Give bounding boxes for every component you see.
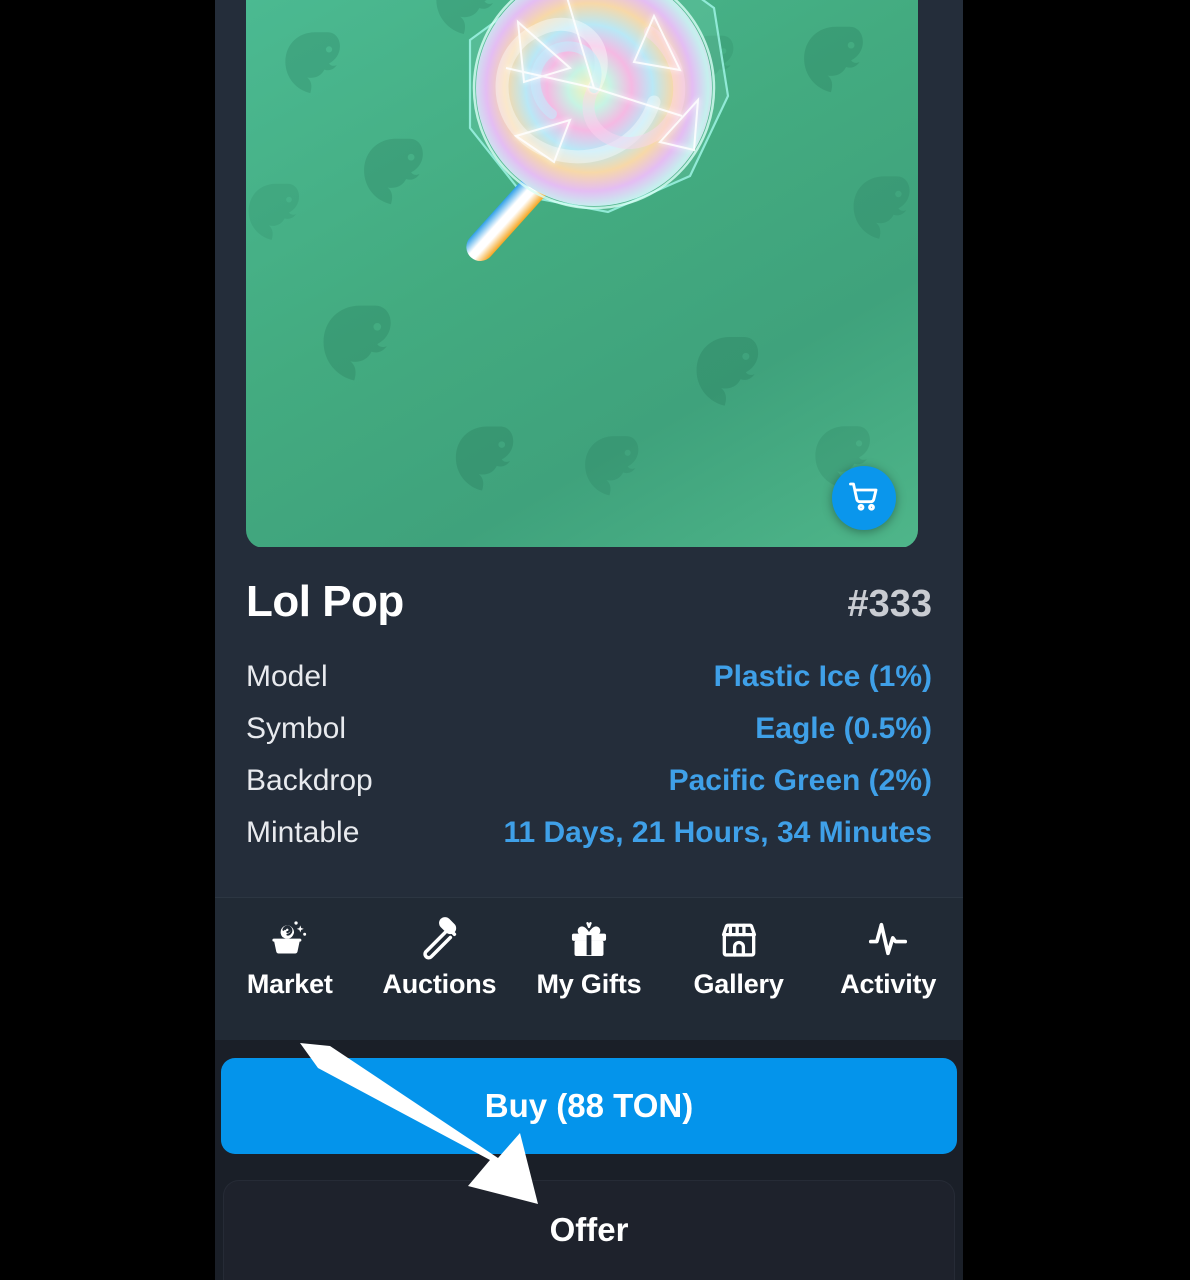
gavel-icon [417, 916, 461, 962]
attribute-label: Backdrop [246, 764, 373, 797]
screenshot-stage: Lol Pop #333 Model Plastic Ice (1%) Symb… [0, 0, 1190, 1280]
attribute-value[interactable]: Plastic Ice (1%) [714, 660, 932, 694]
item-artwork-backdrop [246, 0, 918, 548]
buy-button[interactable]: Buy (88 TON) [221, 1058, 957, 1154]
storefront-icon [717, 916, 761, 962]
attribute-label: Symbol [246, 712, 347, 745]
market-swirl-basket-icon [268, 916, 312, 962]
nav-item-label: Activity [840, 969, 937, 999]
action-button-area: Buy (88 TON) Offer [215, 1040, 963, 1280]
buy-button-label: Buy (88 TON) [484, 1087, 694, 1124]
nav-item-label: Market [246, 969, 333, 999]
eagle-head-icon [844, 170, 918, 250]
nav-item-market[interactable]: Market [215, 916, 365, 1000]
attribute-label: Mintable [246, 816, 360, 849]
attribute-row-model: Model Plastic Ice (1%) [246, 651, 932, 703]
attribute-value[interactable]: Eagle (0.5%) [755, 712, 932, 746]
attribute-list: Model Plastic Ice (1%) Symbol Eagle (0.5… [246, 651, 932, 859]
phone-viewport: Lol Pop #333 Model Plastic Ice (1%) Symb… [215, 0, 963, 1280]
lollipop-icon [398, 0, 798, 380]
attribute-row-mintable: Mintable 11 Days, 21 Hours, 34 Minutes [246, 807, 932, 859]
nav-item-gallery[interactable]: Gallery [664, 916, 814, 1000]
eagle-head-icon [312, 298, 408, 394]
item-serial-number: #333 [847, 583, 932, 625]
attribute-row-symbol: Symbol Eagle (0.5%) [246, 703, 932, 755]
nav-item-auctions[interactable]: Auctions [365, 916, 515, 1000]
item-artwork-card[interactable] [246, 0, 918, 548]
add-to-cart-button[interactable] [832, 466, 896, 530]
eagle-head-icon [246, 178, 312, 250]
nav-item-label: Gallery [693, 969, 784, 999]
attribute-label: Model [246, 660, 328, 693]
attribute-value[interactable]: Pacific Green (2%) [669, 764, 932, 798]
nav-item-my-gifts[interactable]: My Gifts [514, 916, 664, 1000]
attribute-row-backdrop: Backdrop Pacific Green (2%) [246, 755, 932, 807]
nav-item-label: My Gifts [536, 969, 642, 999]
page-title: Lol Pop [246, 577, 404, 626]
eagle-head-icon [794, 20, 878, 104]
eagle-head-icon [276, 26, 354, 104]
gift-box-icon [567, 916, 611, 962]
offer-button[interactable]: Offer [223, 1180, 955, 1280]
bottom-navigation-bar: Market Auctions My Gifts Gallery Activit… [215, 897, 963, 1040]
item-details-panel: Lol Pop #333 Model Plastic Ice (1%) Symb… [215, 547, 963, 897]
offer-button-label: Offer [549, 1211, 629, 1248]
nav-item-label: Auctions [382, 969, 497, 999]
eagle-head-icon [446, 420, 528, 502]
pulse-line-icon [866, 916, 910, 962]
nav-item-activity[interactable]: Activity [813, 916, 963, 1000]
item-title-row: Lol Pop #333 [246, 547, 932, 627]
eagle-head-icon [576, 430, 652, 506]
shopping-cart-icon [846, 478, 882, 519]
attribute-value: 11 Days, 21 Hours, 34 Minutes [503, 816, 932, 849]
